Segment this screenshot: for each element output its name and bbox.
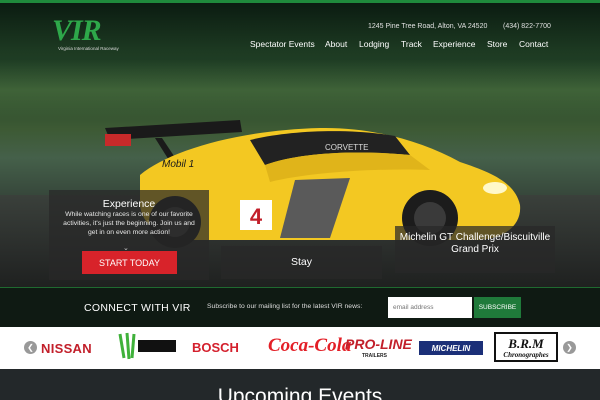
experience-description: While watching races is one of our favor… (63, 211, 195, 236)
sponsor-michelin[interactable]: MICHELIN (419, 341, 483, 355)
chevron-right-icon[interactable]: ❯ (563, 341, 576, 354)
logo-text: VIR (52, 14, 102, 47)
experience-title: Experience (102, 198, 156, 210)
sponsor-bosch[interactable]: BOSCH (192, 340, 239, 355)
upcoming-events-title: Upcoming Events (217, 385, 383, 400)
michelin-event-panel[interactable]: Michelin GT Challenge/Biscuitville Grand… (395, 226, 555, 273)
sponsor-carousel: ❮ ❯ NISSAN BOSCH Coca-Cola PRO-LINE TRAI… (0, 327, 600, 369)
nav-lodging[interactable]: Lodging (359, 39, 389, 49)
site-logo[interactable]: VIR Virginia International Raceway (52, 14, 144, 54)
logo-subtitle: Virginia International Raceway (58, 46, 119, 51)
header-address: 1245 Pine Tree Road, Alton, VA 24520 (368, 23, 488, 30)
sponsor-coca-cola[interactable]: Coca-Cola (268, 335, 351, 357)
subscribe-button[interactable]: SUBSCRIBE (474, 297, 521, 318)
hero-section: VIR Virginia International Raceway 1245 … (0, 0, 600, 287)
nav-spectator-events[interactable]: Spectator Events (250, 39, 315, 49)
car-number: 4 (250, 204, 263, 229)
stay-panel[interactable]: Stay (221, 246, 382, 279)
chevron-left-icon[interactable]: ❮ (24, 341, 37, 354)
upcoming-events-section: Upcoming Events (0, 369, 600, 400)
stay-title: Stay (290, 256, 312, 268)
connect-title: CONNECT WITH VIR (84, 302, 191, 314)
car-brand-text: CORVETTE (325, 143, 368, 152)
car-sponsor-text: Mobil 1 (162, 159, 194, 170)
email-field[interactable] (388, 297, 472, 318)
start-today-button[interactable]: START TODAY (82, 251, 177, 274)
michelin-event-title: Michelin GT Challenge/Biscuitville Grand… (399, 232, 551, 255)
nav-about[interactable]: About (325, 39, 347, 49)
sponsor-pro-line-sub: TRAILERS (362, 353, 387, 359)
nav-experience[interactable]: Experience (433, 39, 476, 49)
sponsor-brm[interactable]: B.R.M Chronographes (494, 332, 558, 362)
connect-description: Subscribe to our mailing list for the la… (207, 303, 363, 310)
sponsor-pro-line[interactable]: PRO-LINE (345, 336, 412, 352)
sponsor-monster-energy[interactable] (116, 330, 178, 363)
nav-store[interactable]: Store (487, 39, 507, 49)
nav-track[interactable]: Track (401, 39, 422, 49)
newsletter-bar: CONNECT WITH VIR Subscribe to our mailin… (0, 287, 600, 327)
header-phone[interactable]: (434) 822-7700 (503, 23, 551, 30)
brm-logo-sub: Chronographes (503, 351, 549, 359)
nav-contact[interactable]: Contact (519, 39, 548, 49)
sponsor-nissan[interactable]: NISSAN (41, 341, 92, 356)
header-accent-bar (0, 0, 600, 3)
brm-logo-text: B.R.M (508, 336, 544, 351)
